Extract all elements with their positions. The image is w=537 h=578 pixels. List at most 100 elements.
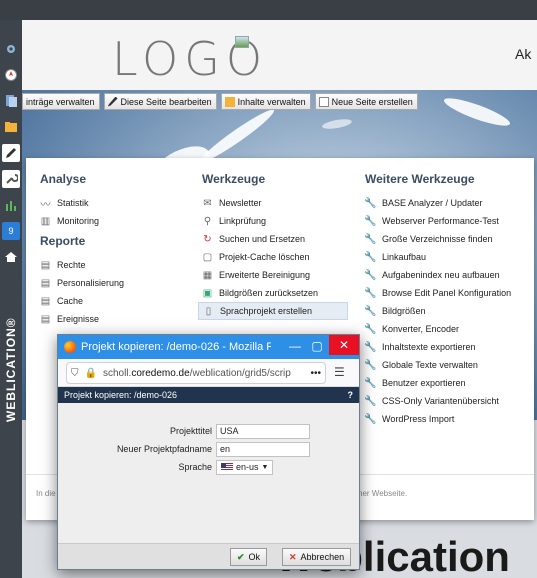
dialog-body: Projekttitel USA Neuer Projektpfadname e… xyxy=(58,403,359,543)
menu-item-ereignisse[interactable]: ▤ Ereignisse xyxy=(40,310,190,328)
menu-item-grosse-verzeichnisse[interactable]: 🔧 Große Verzeichnisse finden xyxy=(364,230,530,248)
seagull-shape xyxy=(321,117,353,131)
wrench-icon: 🔧 xyxy=(364,395,377,407)
chart-icon[interactable] xyxy=(2,196,20,214)
document-icon: ▯ xyxy=(205,305,212,317)
home-icon[interactable] xyxy=(2,248,20,266)
folder-icon xyxy=(224,96,235,107)
menu-item-browse-edit-panel[interactable]: 🔧 Browse Edit Panel Konfiguration xyxy=(364,284,530,302)
pencil-icon xyxy=(107,96,118,107)
wrench-icon: 🔧 xyxy=(364,305,377,317)
replace-icon: ↻ xyxy=(203,233,212,245)
page-actions-button[interactable]: ••• xyxy=(310,367,321,379)
cleanup-icon: ▦ xyxy=(202,269,213,281)
manage-entries-button[interactable]: inträge verwalten xyxy=(22,93,100,110)
reporte-heading: Reporte xyxy=(40,234,86,248)
new-page-icon xyxy=(318,96,329,107)
menu-item-statistik[interactable]: 〰 Statistik xyxy=(40,194,190,212)
menu-item-bildgroessen-reset[interactable]: ▣ Bildgrößen zurücksetzen xyxy=(202,284,362,302)
menu-item-konverter[interactable]: 🔧 Konverter, Encoder xyxy=(364,320,530,338)
menu-item-aufgabenindex[interactable]: 🔧 Aufgabenindex neu aufbauen xyxy=(364,266,530,284)
extension-icon[interactable]: ☰ xyxy=(334,365,345,379)
report-icon: ▤ xyxy=(40,277,51,289)
gear-icon[interactable] xyxy=(2,40,20,58)
us-flag-icon xyxy=(221,463,233,471)
folder-icon[interactable] xyxy=(2,118,20,136)
seagull-shape xyxy=(441,93,513,131)
wrench-icon: 🔧 xyxy=(364,341,377,353)
compass-icon[interactable] xyxy=(2,66,20,84)
calendar-icon[interactable]: 9 xyxy=(2,222,20,240)
clear-cache-icon: ▢ xyxy=(202,251,213,263)
sprache-select[interactable]: en-us ▼ xyxy=(216,459,274,475)
popup-titlebar[interactable]: Projekt kopieren: /demo-026 - Mozilla F.… xyxy=(58,335,359,359)
new-page-button[interactable]: Neue Seite erstellen xyxy=(314,93,418,110)
menu-item-css-varianten[interactable]: 🔧 CSS-Only Variantenübersicht xyxy=(364,392,530,410)
menu-item-sprachprojekt[interactable]: ▯ Sprachprojekt erstellen xyxy=(198,302,348,320)
projekttitel-label: Projekttitel xyxy=(169,426,212,436)
analyse-heading: Analyse xyxy=(40,172,87,186)
projekttitel-input[interactable]: USA xyxy=(216,423,310,439)
sprache-label: Sprache xyxy=(178,462,212,472)
insecure-lock-icon: 🔒 xyxy=(84,367,97,379)
url-field[interactable]: ⛉ 🔒 scholl.coredemo.de/weblication/grid5… xyxy=(66,362,326,384)
dialog-title: Projekt kopieren: /demo-026 xyxy=(64,390,178,400)
wrench-icon: 🔧 xyxy=(364,287,377,299)
wrench-icon: 🔧 xyxy=(364,233,377,245)
wrench-icon: 🔧 xyxy=(364,269,377,281)
werkzeuge-heading: Werkzeuge xyxy=(202,172,266,186)
menu-item-rechte[interactable]: ▤ Rechte xyxy=(40,256,190,274)
analyse-column: Analyse 〰 Statistik ▥ Monitoring Reporte ▤… xyxy=(40,172,190,328)
menu-item-base-analyzer[interactable]: 🔧 BASE Analyzer / Updater xyxy=(364,194,530,212)
wrench-icon[interactable] xyxy=(2,170,20,188)
menu-item-inhaltstexte-export[interactable]: 🔧 Inhaltstexte exportieren xyxy=(364,338,530,356)
menu-item-bereinigung[interactable]: ▦ Erweiterte Bereinigung xyxy=(202,266,362,284)
wrench-icon: 🔧 xyxy=(364,413,377,425)
dialog-footer: ✔ Ok ✕ Abbrechen xyxy=(58,543,359,569)
maximize-button[interactable]: ▢ xyxy=(306,335,328,359)
minimize-button[interactable]: — xyxy=(284,335,306,359)
menu-item-benutzer-export[interactable]: 🔧 Benutzer exportieren xyxy=(364,374,530,392)
cancel-button[interactable]: ✕ Abbrechen xyxy=(282,548,352,566)
edit-icon[interactable] xyxy=(2,144,20,162)
ok-button[interactable]: ✔ Ok xyxy=(230,548,268,566)
menu-item-performance-test[interactable]: 🔧 Webserver Performance-Test xyxy=(364,212,530,230)
werkzeuge-column: Werkzeuge ✉ Newsletter ⚲ Linkprüfung ↻ Such… xyxy=(198,172,362,320)
image-icon: ▣ xyxy=(202,287,213,299)
top-bar xyxy=(0,0,537,20)
wrench-icon: 🔧 xyxy=(364,359,377,371)
weblication-brand: WEBLICATION® xyxy=(4,317,18,422)
projektpfadname-row: Neuer Projektpfadname en xyxy=(58,441,310,457)
checkmark-icon: ✔ xyxy=(237,551,245,562)
copy-project-popup: Projekt kopieren: /demo-026 - Mozilla F.… xyxy=(57,334,360,570)
wrench-icon: 🔧 xyxy=(364,197,377,209)
menu-item-newsletter[interactable]: ✉ Newsletter xyxy=(202,194,362,212)
help-button[interactable]: ? xyxy=(348,387,354,403)
menu-item-wordpress-import[interactable]: 🔧 WordPress Import xyxy=(364,410,530,428)
menu-item-suchen-ersetzen[interactable]: ↻ Suchen und Ersetzen xyxy=(202,230,362,248)
url-bar: ⛉ 🔒 scholl.coredemo.de/weblication/grid5… xyxy=(58,359,359,387)
menu-item-monitoring[interactable]: ▥ Monitoring xyxy=(40,212,190,230)
left-toolbar: 9 WEBLICATION® xyxy=(0,20,22,578)
menu-item-personalisierung[interactable]: ▤ Personalisierung xyxy=(40,274,190,292)
menu-item-linkaufbau[interactable]: 🔧 Linkaufbau xyxy=(364,248,530,266)
close-window-button[interactable]: ✕ xyxy=(329,335,359,355)
menu-item-bildgroessen[interactable]: 🔧 Bildgrößen xyxy=(364,302,530,320)
projektpfadname-input[interactable]: en xyxy=(216,441,310,457)
menu-item-cache[interactable]: ▤ Cache xyxy=(40,292,190,310)
edit-page-button[interactable]: Diese Seite bearbeiten xyxy=(103,93,217,110)
report-icon: ▤ xyxy=(40,295,51,307)
sprache-row: Sprache en-us ▼ xyxy=(58,459,274,475)
pages-icon[interactable] xyxy=(2,92,20,110)
menu-item-globale-texte[interactable]: 🔧 Globale Texte verwalten xyxy=(364,356,530,374)
envelope-icon: ✉ xyxy=(203,197,212,209)
header-cut-text: Ak xyxy=(515,46,532,62)
wrench-icon: 🔧 xyxy=(364,377,377,389)
menu-item-cache-loeschen[interactable]: ▢ Projekt-Cache löschen xyxy=(202,248,362,266)
menu-item-linkpruefung[interactable]: ⚲ Linkprüfung xyxy=(202,212,362,230)
link-icon: ⚲ xyxy=(203,215,212,227)
shield-icon: ⛉ xyxy=(71,367,79,379)
manage-content-button[interactable]: Inhalte verwalten xyxy=(220,93,311,110)
projekttitel-row: Projekttitel USA xyxy=(58,423,310,439)
chevron-down-icon: ▼ xyxy=(261,463,269,471)
